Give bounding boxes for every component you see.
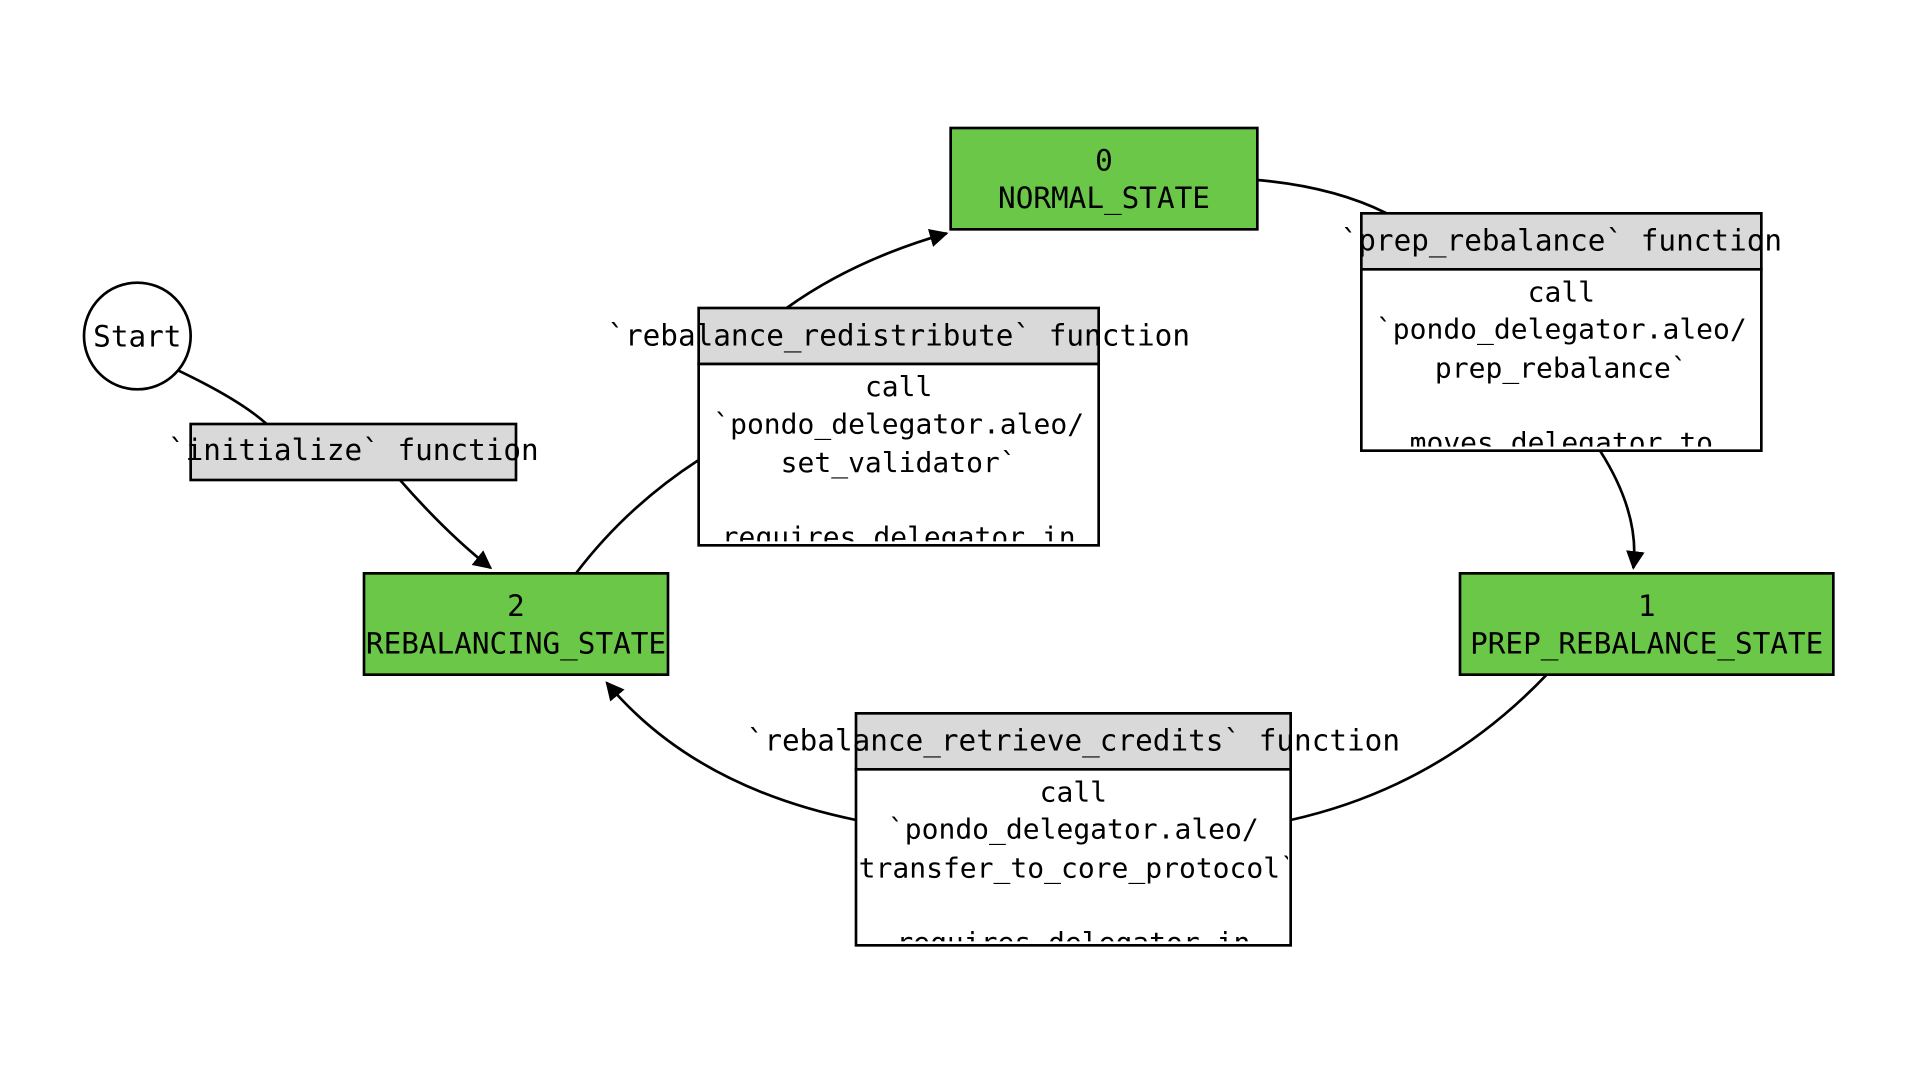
- edge-state2-to-redistribute: [576, 460, 699, 573]
- edge-start-to-initialize: [179, 371, 267, 424]
- state0-name: NORMAL_STATE: [998, 181, 1210, 216]
- prep-l3: moves delegator to UNBOND_ALLOWED: [1410, 427, 1713, 447]
- state-rebalancing: 2 REBALANCING_STATE: [364, 573, 668, 674]
- redistribute-l2: set_validator`: [781, 446, 1017, 478]
- start-node: Start: [84, 283, 191, 390]
- state0-num: 0: [1095, 144, 1113, 178]
- initialize-header: `initialize` function: [168, 433, 539, 467]
- prep-l1: call `pondo_delegator.aleo/: [1376, 276, 1747, 346]
- initialize-fn: `initialize` function: [168, 424, 539, 480]
- redistribute-l1: call `pondo_delegator.aleo/: [713, 371, 1084, 441]
- redistribute-header: `rebalance_redistribute` function: [607, 318, 1190, 353]
- state-normal: 0 NORMAL_STATE: [951, 128, 1258, 229]
- edge-initialize-to-state2: [400, 480, 491, 568]
- redistribute-l3: requires delegator in TERMINAL: [722, 522, 1076, 542]
- rebalance-redistribute-fn: `rebalance_redistribute` function call `…: [607, 308, 1190, 545]
- state2-name: REBALANCING_STATE: [366, 626, 666, 661]
- state-diagram: Start 0 NORMAL_STATE 1 PREP_REBALANCE_ST…: [0, 0, 1920, 1080]
- prep-rebalance-fn: `prep_rebalance` function call `pondo_de…: [1341, 213, 1782, 450]
- retrieve-l3: requires delegator in `TERMINAL`: [896, 927, 1250, 941]
- retrieve-l1: call `pondo_delegator.aleo/: [888, 776, 1259, 846]
- retrieve-header: `rebalance_retrieve_credits` function: [747, 724, 1400, 759]
- prep-l2: prep_rebalance`: [1435, 352, 1688, 384]
- state-prep-rebalance: 1 PREP_REBALANCE_STATE: [1460, 573, 1833, 674]
- prep-header: `prep_rebalance` function: [1341, 224, 1782, 259]
- retrieve-credits-fn: `rebalance_retrieve_credits` function ca…: [747, 713, 1400, 945]
- edge-redistribute-to-state0: [787, 233, 947, 308]
- start-label: Start: [93, 320, 181, 354]
- state2-num: 2: [507, 589, 525, 623]
- retrieve-l2: transfer_to_core_protocol`: [859, 852, 1288, 884]
- edge-state0-to-prep: [1257, 180, 1386, 213]
- edge-prep-to-state1: [1600, 451, 1634, 568]
- state1-name: PREP_REBALANCE_STATE: [1470, 626, 1823, 661]
- state1-num: 1: [1638, 589, 1656, 623]
